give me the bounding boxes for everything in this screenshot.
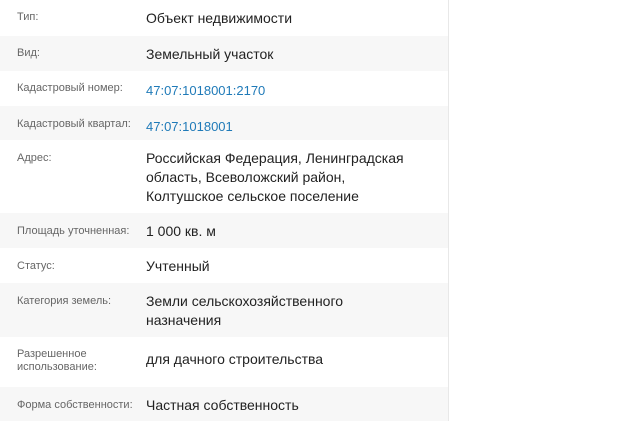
row-value: Земельный участок <box>146 46 274 62</box>
row-value: Земли сельскохозяйственного назначения <box>146 293 344 328</box>
row-address: Адрес: Российская Федерация, Ленинградск… <box>0 140 448 213</box>
row-label: Тип: <box>17 11 39 23</box>
row-label: Категория земель: <box>17 295 112 307</box>
row-label: Кадастровый номер: <box>17 82 123 94</box>
row-area: Площадь уточненная: 1 000 кв. м <box>0 213 448 248</box>
row-value: Учтенный <box>146 258 210 274</box>
row-land-category: Категория земель: Земли сельскохозяйстве… <box>0 283 448 337</box>
row-label: Разрешенное использование: <box>17 348 97 373</box>
row-value: для дачного строительства <box>146 351 324 367</box>
row-value: Объект недвижимости <box>146 10 293 26</box>
row-cadastral-quarter: Кадастровый квартал: 47:07:1018001 <box>0 106 448 140</box>
cadastral-number-link[interactable]: 47:07:1018001:2170 <box>146 81 448 100</box>
row-type: Тип: Объект недвижимости <box>0 0 448 36</box>
cadastral-quarter-link[interactable]: 47:07:1018001 <box>146 117 448 136</box>
row-ownership: Форма собственности: Частная собственнос… <box>0 387 448 421</box>
row-value: 1 000 кв. м <box>146 223 216 239</box>
row-value: Частная собственность <box>146 397 299 413</box>
row-status: Статус: Учтенный <box>0 248 448 283</box>
row-cadastral-number: Кадастровый номер: 47:07:1018001:2170 <box>0 71 448 106</box>
row-label: Площадь уточненная: <box>17 225 130 237</box>
row-permitted-use: Разрешенное использование: для дачного с… <box>0 337 448 387</box>
property-details-panel: Тип: Объект недвижимости Вид: Земельный … <box>0 0 449 421</box>
row-label: Статус: <box>17 260 55 272</box>
row-label: Адрес: <box>17 152 52 164</box>
row-label: Вид: <box>17 47 40 59</box>
row-label: Форма собственности: <box>17 399 133 411</box>
row-label: Кадастровый квартал: <box>17 118 131 130</box>
row-kind: Вид: Земельный участок <box>0 36 448 71</box>
row-value: Российская Федерация, Ленинградская обла… <box>146 150 404 204</box>
